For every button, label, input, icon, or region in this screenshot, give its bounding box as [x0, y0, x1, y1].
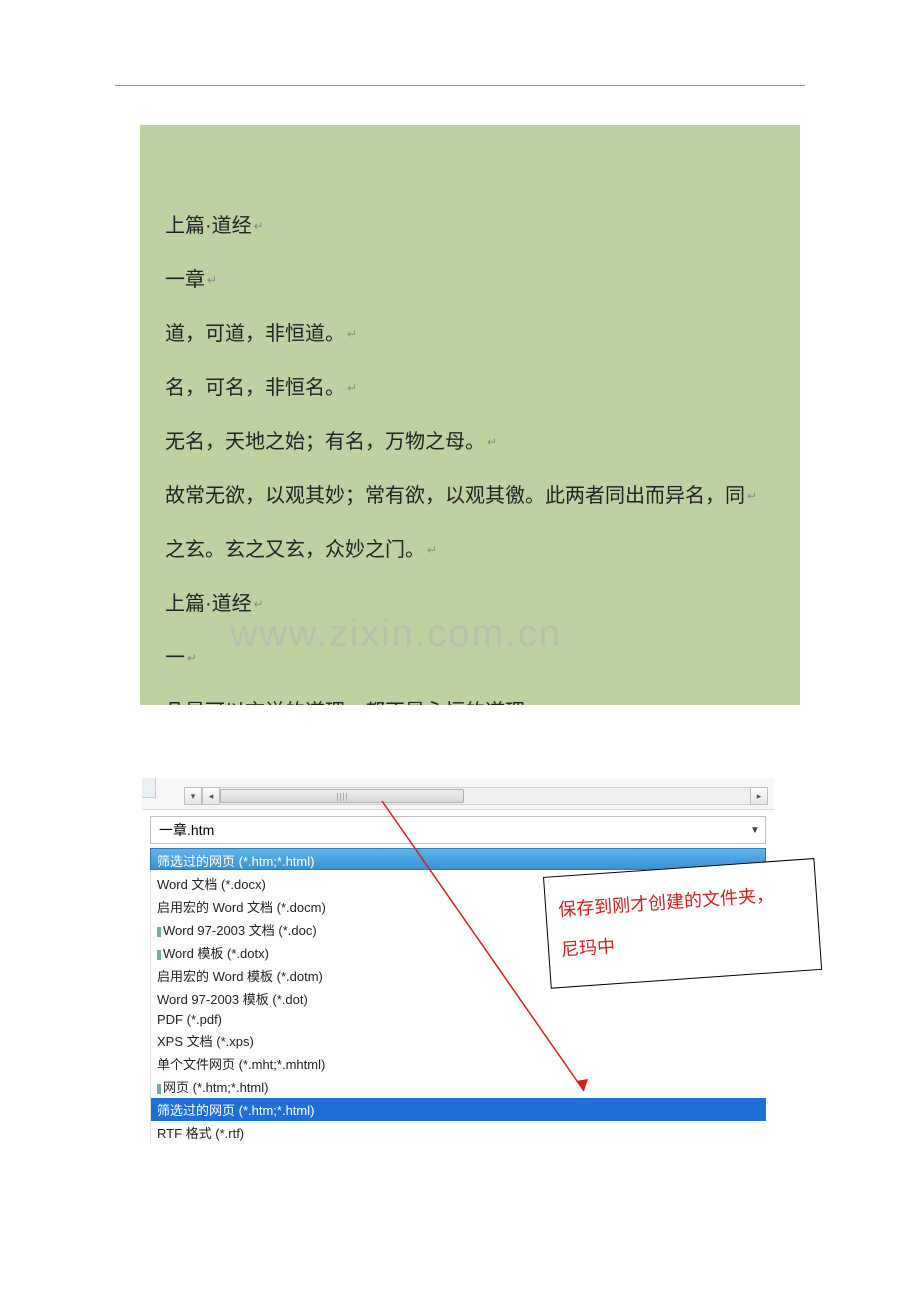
panel-tab	[142, 778, 156, 798]
document-text-panel: 上篇·道经 一章 道，可道，非恒道。 名，可名，非恒名。 无名，天地之始；有名，…	[140, 125, 800, 705]
scroll-grip-icon	[337, 793, 347, 801]
filename-input[interactable]	[151, 822, 745, 838]
dropdown-icon[interactable]: ▼	[745, 825, 765, 836]
file-type-option[interactable]: 单个文件网页 (*.mht;*.mhtml)	[151, 1052, 766, 1075]
scrollbar-menu-icon[interactable]: ▾	[184, 787, 202, 805]
file-type-option[interactable]: Word 97-2003 模板 (*.dot)	[151, 987, 766, 1010]
doc-line: 无名，天地之始；有名，万物之母。	[165, 426, 780, 458]
doc-line: 之玄。玄之又玄，众妙之门。	[165, 534, 780, 566]
doc-line: 上篇·道经	[165, 210, 780, 242]
horizontal-scrollbar[interactable]: ▾ ◂ ▸	[184, 787, 768, 805]
file-type-option[interactable]: PDF (*.pdf)	[151, 1010, 766, 1029]
annotation-callout-box: 保存到刚才创建的文件夹， 尼玛中	[543, 858, 822, 989]
scroll-right-button[interactable]: ▸	[750, 787, 768, 805]
scroll-thumb[interactable]	[220, 789, 464, 803]
file-type-option-highlighted[interactable]: 筛选过的网页 (*.htm;*.html)	[151, 1098, 766, 1121]
page-rule	[115, 85, 805, 86]
scroll-track[interactable]	[220, 787, 750, 805]
filename-field-row[interactable]: ▼	[150, 816, 766, 844]
file-type-selected[interactable]: 筛选过的网页 (*.htm;*.html)	[150, 848, 766, 870]
scroll-left-button[interactable]: ◂	[202, 787, 220, 805]
file-type-option[interactable]: 网页 (*.htm;*.html)	[151, 1075, 766, 1098]
doc-line: 凡是可以言说的道理，都不是永恒的道理。	[165, 696, 780, 705]
doc-line: 上篇·道经	[165, 588, 780, 620]
doc-line: 一	[165, 642, 780, 674]
file-type-option[interactable]: XPS 文档 (*.xps)	[151, 1029, 766, 1052]
doc-line: 故常无欲，以观其妙；常有欲，以观其徼。此两者同出而异名，同	[165, 480, 780, 512]
doc-line: 道，可道，非恒道。	[165, 318, 780, 350]
file-type-option[interactable]: RTF 格式 (*.rtf)	[151, 1121, 766, 1144]
dialog-scroll-area: ▾ ◂ ▸	[142, 778, 774, 810]
doc-line: 名，可名，非恒名。	[165, 372, 780, 404]
doc-line: 一章	[165, 264, 780, 296]
